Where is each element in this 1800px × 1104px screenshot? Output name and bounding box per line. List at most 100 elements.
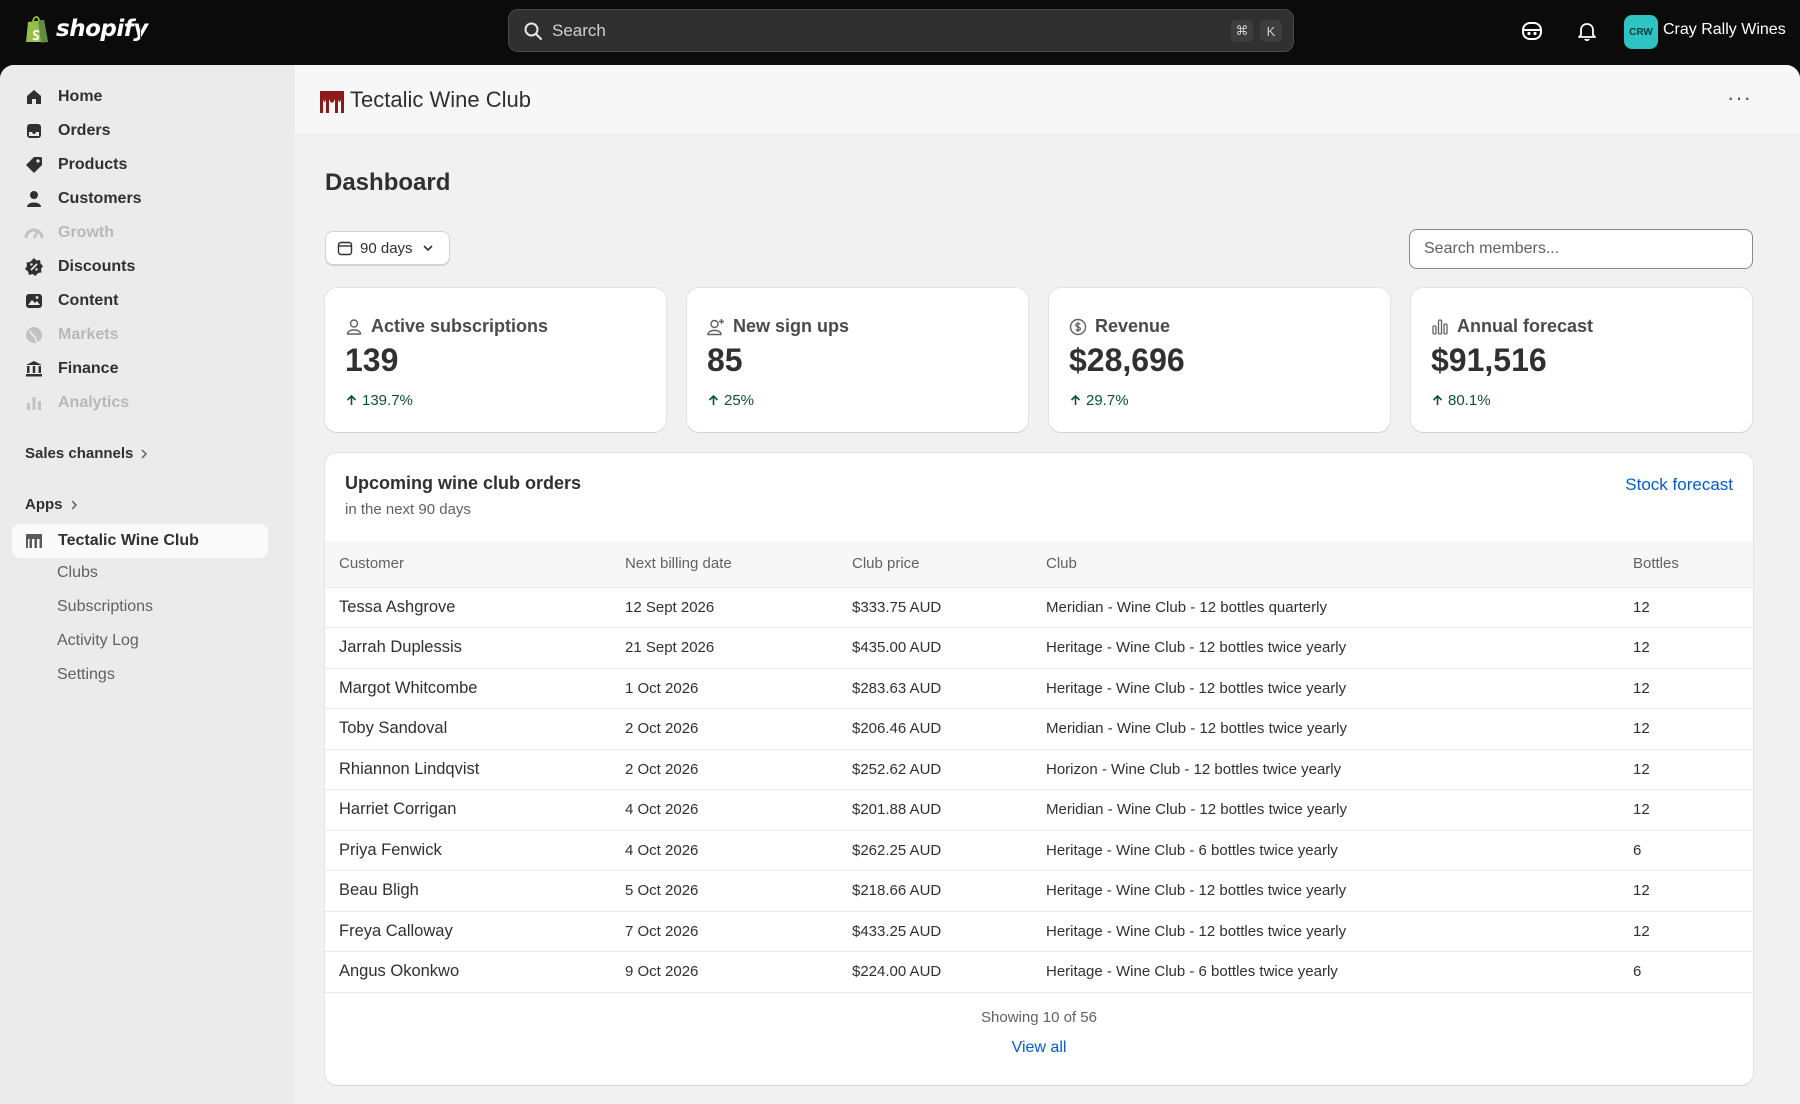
sidebar-item-label: Analytics: [58, 394, 130, 411]
gauge-icon: [24, 228, 44, 239]
sidebar-item-label: Customers: [58, 190, 142, 207]
sidebar-subitem-subscriptions[interactable]: Subscriptions: [57, 598, 153, 616]
table-row[interactable]: Tessa Ashgrove 12 Sept 2026 $333.75 AUD Mer…: [325, 586, 1753, 628]
sidekick-icon[interactable]: [1521, 20, 1543, 42]
table-row[interactable]: Rhiannon Lindqvist 2 Oct 2026 $252.62 AUD H…: [325, 748, 1753, 790]
person-add-icon: [707, 318, 724, 335]
sidebar-sales-channels[interactable]: Sales channels: [25, 445, 149, 462]
store-avatar[interactable]: CRW: [1624, 15, 1658, 49]
stat-label: Revenue: [1069, 316, 1170, 337]
cell-bottles: 12: [1619, 627, 1753, 668]
view-all-link[interactable]: View all: [325, 1039, 1753, 1057]
table-row[interactable]: Angus Okonkwo 9 Oct 2026 $224.00 AUD Herita…: [325, 951, 1753, 993]
stat-change: 139.7%: [345, 392, 413, 409]
date-range-picker[interactable]: 90 days: [325, 231, 450, 265]
sidebar-subitem-activity-log[interactable]: Activity Log: [57, 632, 139, 650]
sidebar-item-label: Home: [58, 88, 103, 105]
stat-card-annual-forecast: Annual forecast $91,516 80.1%: [1411, 288, 1752, 432]
table-row[interactable]: Freya Calloway 7 Oct 2026 $433.25 AUD Herit…: [325, 910, 1753, 952]
cell-customer: Rhiannon Lindqvist: [325, 748, 611, 790]
table-header-row: Customer Next billing date Club price Cl…: [325, 541, 1753, 587]
search-placeholder: Search: [552, 20, 606, 40]
sidebar-item-customers[interactable]: Customers: [12, 182, 268, 216]
more-actions-button[interactable]: ···: [1727, 85, 1753, 111]
table-row[interactable]: Beau Bligh 5 Oct 2026 $218.66 AUD Heritage …: [325, 870, 1753, 911]
sidebar-item-home[interactable]: Home: [12, 80, 268, 114]
home-icon: [27, 90, 41, 104]
member-search-input[interactable]: [1409, 229, 1753, 269]
stat-change-text: 80.1%: [1448, 392, 1491, 409]
cell-customer: Priya Fenwick: [325, 829, 611, 871]
sidebar-item-growth[interactable]: Growth: [12, 216, 268, 250]
chevron-down-icon: [422, 245, 433, 252]
stat-change-text: 139.7%: [362, 392, 413, 409]
sidebar-item-markets[interactable]: Markets: [12, 318, 268, 352]
shortcut-cmd-key: ⌘: [1231, 20, 1253, 42]
sidebar-item-content[interactable]: Content: [12, 284, 268, 318]
cell-bottles: 12: [1619, 789, 1753, 830]
bank-icon: [26, 361, 42, 377]
column-header-next-billing-date[interactable]: Next billing date: [611, 541, 838, 587]
stat-value: $28,696: [1069, 342, 1185, 378]
card-title: Upcoming wine club orders: [345, 473, 582, 493]
store-name[interactable]: Cray Rally Wines: [1663, 21, 1786, 39]
stat-value: 139: [345, 342, 399, 378]
sidebar-subitem-settings[interactable]: Settings: [57, 666, 115, 684]
sidebar-item-label: Tectalic Wine Club: [58, 532, 199, 549]
stat-label: New sign ups: [707, 316, 849, 337]
bar-chart-icon: [1432, 318, 1448, 335]
cell-date: 2 Oct 2026: [611, 748, 838, 790]
stat-card-new-sign-ups: New sign ups 85 25%: [687, 288, 1028, 432]
arrow-up-icon: [346, 394, 357, 405]
arrow-up-icon: [708, 394, 719, 405]
stat-label-text: Revenue: [1095, 316, 1171, 336]
chevron-right-icon: [141, 448, 148, 459]
column-header-club-price[interactable]: Club price: [838, 541, 1032, 587]
cell-date: 4 Oct 2026: [611, 829, 838, 871]
cell-price: $435.00 AUD: [838, 627, 1032, 668]
sidebar-item-analytics[interactable]: Analytics: [12, 386, 268, 420]
pagination-summary: Showing 10 of 56: [981, 1009, 1097, 1026]
column-header-club[interactable]: Club: [1032, 541, 1619, 587]
app-title: Tectalic Wine Club: [350, 87, 531, 112]
bell-icon[interactable]: [1576, 20, 1598, 42]
table-row[interactable]: Toby Sandoval 2 Oct 2026 $206.46 AUD Meridi…: [325, 708, 1753, 749]
stat-change: 29.7%: [1069, 392, 1129, 409]
sidebar-item-products[interactable]: Products: [12, 148, 268, 182]
cell-date: 9 Oct 2026: [611, 951, 838, 993]
stat-label-text: Active subscriptions: [371, 316, 549, 336]
table-row[interactable]: Margot Whitcombe 1 Oct 2026 $283.63 AUD Her…: [325, 667, 1753, 709]
cell-club: Heritage - Wine Club - 12 bottles twice …: [1032, 667, 1619, 709]
stock-forecast-link[interactable]: Stock forecast: [1625, 475, 1733, 495]
sidebar-item-label: Finance: [58, 360, 119, 377]
cell-club: Heritage - Wine Club - 12 bottles twice …: [1032, 870, 1619, 911]
cell-club: Heritage - Wine Club - 12 bottles twice …: [1032, 910, 1619, 952]
stat-label: Annual forecast: [1431, 316, 1593, 337]
page-title: Dashboard: [325, 169, 451, 196]
table-row[interactable]: Harriet Corrigan 4 Oct 2026 $201.88 AUD Mer…: [325, 789, 1753, 830]
sidebar-subitem-clubs[interactable]: Clubs: [57, 564, 98, 582]
person-icon: [27, 191, 41, 207]
sidebar-item-orders[interactable]: Orders: [12, 114, 268, 148]
shopify-logo[interactable]: shopify: [24, 14, 148, 44]
sidebar-item-finance[interactable]: Finance: [12, 352, 268, 386]
sidebar-apps[interactable]: Apps: [25, 496, 79, 513]
cell-customer: Beau Bligh: [325, 870, 611, 911]
cell-club: Meridian - Wine Club - 12 bottles twice …: [1032, 789, 1619, 830]
sidebar-item-label: Content: [58, 292, 119, 309]
cell-customer: Margot Whitcombe: [325, 667, 611, 709]
cell-club: Horizon - Wine Club - 12 bottles twice y…: [1032, 748, 1619, 790]
sidebar-item-tectalic-wine-club[interactable]: Tectalic Wine Club: [12, 524, 268, 558]
cell-bottles: 6: [1619, 829, 1753, 871]
column-header-bottles[interactable]: Bottles: [1619, 541, 1753, 587]
sidebar-item-discounts[interactable]: Discounts: [12, 250, 268, 284]
shopify-wordmark: shopify: [56, 16, 148, 42]
cell-club: Heritage - Wine Club - 6 bottles twice y…: [1032, 951, 1619, 993]
table-row[interactable]: Jarrah Duplessis 21 Sept 2026 $435.00 AUD H…: [325, 627, 1753, 668]
table-row[interactable]: Priya Fenwick 4 Oct 2026 $262.25 AUD Herita…: [325, 829, 1753, 871]
stat-change: 80.1%: [1431, 392, 1491, 409]
cell-bottles: 12: [1619, 748, 1753, 790]
column-header-customer[interactable]: Customer: [325, 541, 611, 587]
cell-date: 5 Oct 2026: [611, 870, 838, 911]
global-search[interactable]: Search ⌘ K: [508, 9, 1294, 52]
